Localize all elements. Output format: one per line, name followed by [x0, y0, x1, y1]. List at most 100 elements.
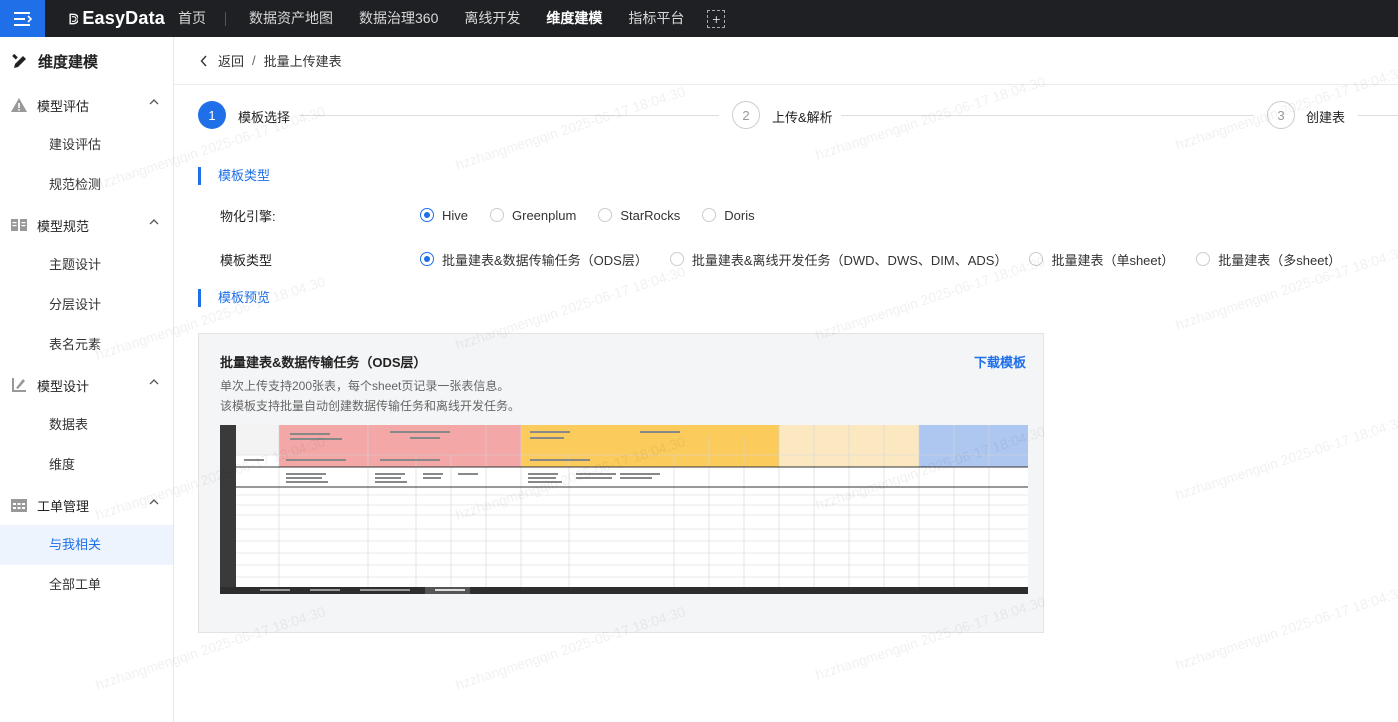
calendar-icon [10, 496, 28, 514]
menu-icon [13, 11, 32, 26]
group-title-model-eval[interactable]: 模型评估 [0, 85, 173, 125]
back-link[interactable]: 返回 [218, 51, 244, 70]
group-model-eval: 模型评估 建设评估 规范检测 [0, 85, 173, 205]
nav-divider [225, 11, 226, 26]
sidebar-item-table-name-elements[interactable]: 表名元素 [0, 325, 173, 365]
group-label: 工单管理 [37, 498, 90, 514]
sidebar-item-topic-design[interactable]: 主题设计 [0, 245, 173, 285]
step-1-circle: 1 [198, 101, 226, 129]
steps: 1 模板选择 2 上传&解析 3 创建表 [198, 101, 1398, 129]
step-3-circle: 3 [1267, 101, 1295, 129]
nav-home[interactable]: 首页 [165, 0, 219, 37]
radio-dot [420, 208, 434, 222]
radio-label: 批量建表（单sheet） [1051, 252, 1175, 268]
sidebar-title: 维度建模 [38, 53, 99, 71]
step-connector [1358, 115, 1398, 116]
template-preview-card: 批量建表&数据传输任务（ODS层） 下载模板 单次上传支持200张表，每个she… [198, 333, 1044, 633]
group-title-model-design[interactable]: 模型设计 [0, 365, 173, 405]
back-arrow-icon[interactable] [200, 55, 208, 67]
engine-label: 物化引擎: [220, 208, 276, 224]
menu-toggle-button[interactable] [0, 0, 45, 37]
top-navbar: EasyData 首页 数据资产地图 数据治理360 离线开发 维度建模 指标平… [0, 0, 1398, 37]
chevron-up-icon [149, 379, 159, 385]
add-app-icon[interactable]: + [707, 9, 726, 28]
sidebar-item-layer-design[interactable]: 分层设计 [0, 285, 173, 325]
radio-label: 批量建表&离线开发任务（DWD、DWS、DIM、ADS） [691, 252, 1008, 268]
nav-dimension-modeling[interactable]: 维度建模 [533, 0, 615, 37]
radio-dot [1196, 252, 1211, 266]
radio-dot [490, 208, 505, 222]
pen-ruler-icon [12, 53, 26, 68]
engine-row: 物化引擎: Hive Greenplum StarRocks Doris [220, 205, 777, 225]
radio-label: 批量建表&数据传输任务（ODS层） [442, 252, 648, 268]
book-icon [10, 216, 28, 234]
radio-hive[interactable]: Hive [420, 208, 468, 223]
download-template-link[interactable]: 下载模板 [974, 352, 1026, 371]
chevron-up-icon [149, 219, 159, 225]
preview-desc-1: 单次上传支持200张表，每个sheet页记录一张表信息。 [220, 379, 510, 393]
step-connector [841, 115, 1254, 116]
step-1-label: 模板选择 [238, 110, 291, 125]
chevron-up-icon [149, 99, 159, 105]
nav-governance[interactable]: 数据治理360 [346, 0, 451, 37]
warning-triangle-icon [10, 96, 28, 114]
section-title-template-type: 模板类型 [198, 167, 270, 185]
step-3-label: 创建表 [1306, 110, 1346, 125]
nav-offline-dev[interactable]: 离线开发 [451, 0, 533, 37]
template-type-label: 模板类型 [220, 252, 273, 268]
radio-ods-template[interactable]: 批量建表&数据传输任务（ODS层） [420, 250, 648, 269]
group-label: 模型设计 [37, 378, 90, 394]
radio-dot [420, 252, 434, 266]
radio-label: StarRocks [620, 207, 681, 223]
main-content: 返回 / 批量上传建表 1 模板选择 2 上传&解析 3 创建表 模板类型 物化… [174, 37, 1398, 722]
radio-offline-template[interactable]: 批量建表&离线开发任务（DWD、DWS、DIM、ADS） [669, 250, 1008, 269]
radio-dot [702, 208, 717, 222]
step-2-label: 上传&解析 [772, 110, 833, 125]
sidebar-item-related-to-me[interactable]: 与我相关 [0, 525, 173, 565]
group-model-spec: 模型规范 主题设计 分层设计 表名元素 [0, 205, 173, 365]
radio-greenplum[interactable]: Greenplum [490, 208, 576, 223]
nav-asset-map[interactable]: 数据资产地图 [236, 0, 346, 37]
radio-label: 批量建表（多sheet） [1218, 252, 1342, 268]
sidebar: 维度建模 模型评估 建设评估 规范检测 模型规范 主题设计 分层设计 表名元素 [0, 37, 174, 722]
logo[interactable]: EasyData [69, 8, 165, 29]
main-nav: 首页 数据资产地图 数据治理360 离线开发 维度建模 指标平台 + [165, 0, 726, 37]
radio-label: Doris [724, 207, 755, 223]
breadcrumb-current: 批量上传建表 [263, 54, 342, 69]
group-ticket-mgmt: 工单管理 与我相关 全部工单 [0, 485, 173, 605]
radio-single-sheet[interactable]: 批量建表（单sheet） [1029, 250, 1174, 269]
sidebar-item-data-table[interactable]: 数据表 [0, 405, 173, 445]
design-icon [10, 376, 28, 394]
sidebar-item-dimension[interactable]: 维度 [0, 445, 173, 485]
radio-starrocks[interactable]: StarRocks [598, 208, 680, 223]
radio-doris[interactable]: Doris [702, 207, 755, 223]
step-connector [299, 115, 719, 116]
logo-text: EasyData [82, 8, 165, 28]
nav-metrics[interactable]: 指标平台 [615, 0, 697, 37]
sidebar-item-build-eval[interactable]: 建设评估 [0, 125, 173, 165]
radio-dot [1029, 252, 1044, 266]
group-title-ticket-mgmt[interactable]: 工单管理 [0, 485, 173, 525]
group-title-model-spec[interactable]: 模型规范 [0, 205, 173, 245]
radio-label: Hive [442, 207, 469, 223]
breadcrumb: 返回 / 批量上传建表 [174, 37, 1398, 85]
spreadsheet-preview-image [220, 425, 1028, 594]
radio-label: Greenplum [512, 207, 577, 223]
step-2-circle: 2 [732, 101, 760, 129]
easydata-logo-icon [69, 13, 79, 24]
radio-dot [598, 208, 613, 222]
radio-multi-sheet[interactable]: 批量建表（多sheet） [1196, 250, 1341, 269]
group-model-design: 模型设计 数据表 维度 [0, 365, 173, 485]
group-label: 模型评估 [37, 98, 90, 114]
template-type-row: 模板类型 批量建表&数据传输任务（ODS层） 批量建表&离线开发任务（DWD、D… [220, 249, 1363, 269]
preview-desc-2: 该模板支持批量自动创建数据传输任务和离线开发任务。 [220, 399, 521, 413]
radio-dot [669, 252, 684, 266]
chevron-up-icon [149, 499, 159, 505]
sidebar-item-spec-check[interactable]: 规范检测 [0, 165, 173, 205]
section-title-preview: 模板预览 [198, 289, 270, 307]
preview-title: 批量建表&数据传输任务（ODS层） [220, 355, 427, 370]
sidebar-item-all-tickets[interactable]: 全部工单 [0, 565, 173, 605]
spreadsheet-thumbnail [220, 425, 1028, 594]
sidebar-header: 维度建模 [0, 37, 173, 85]
breadcrumb-separator: / [252, 53, 256, 68]
